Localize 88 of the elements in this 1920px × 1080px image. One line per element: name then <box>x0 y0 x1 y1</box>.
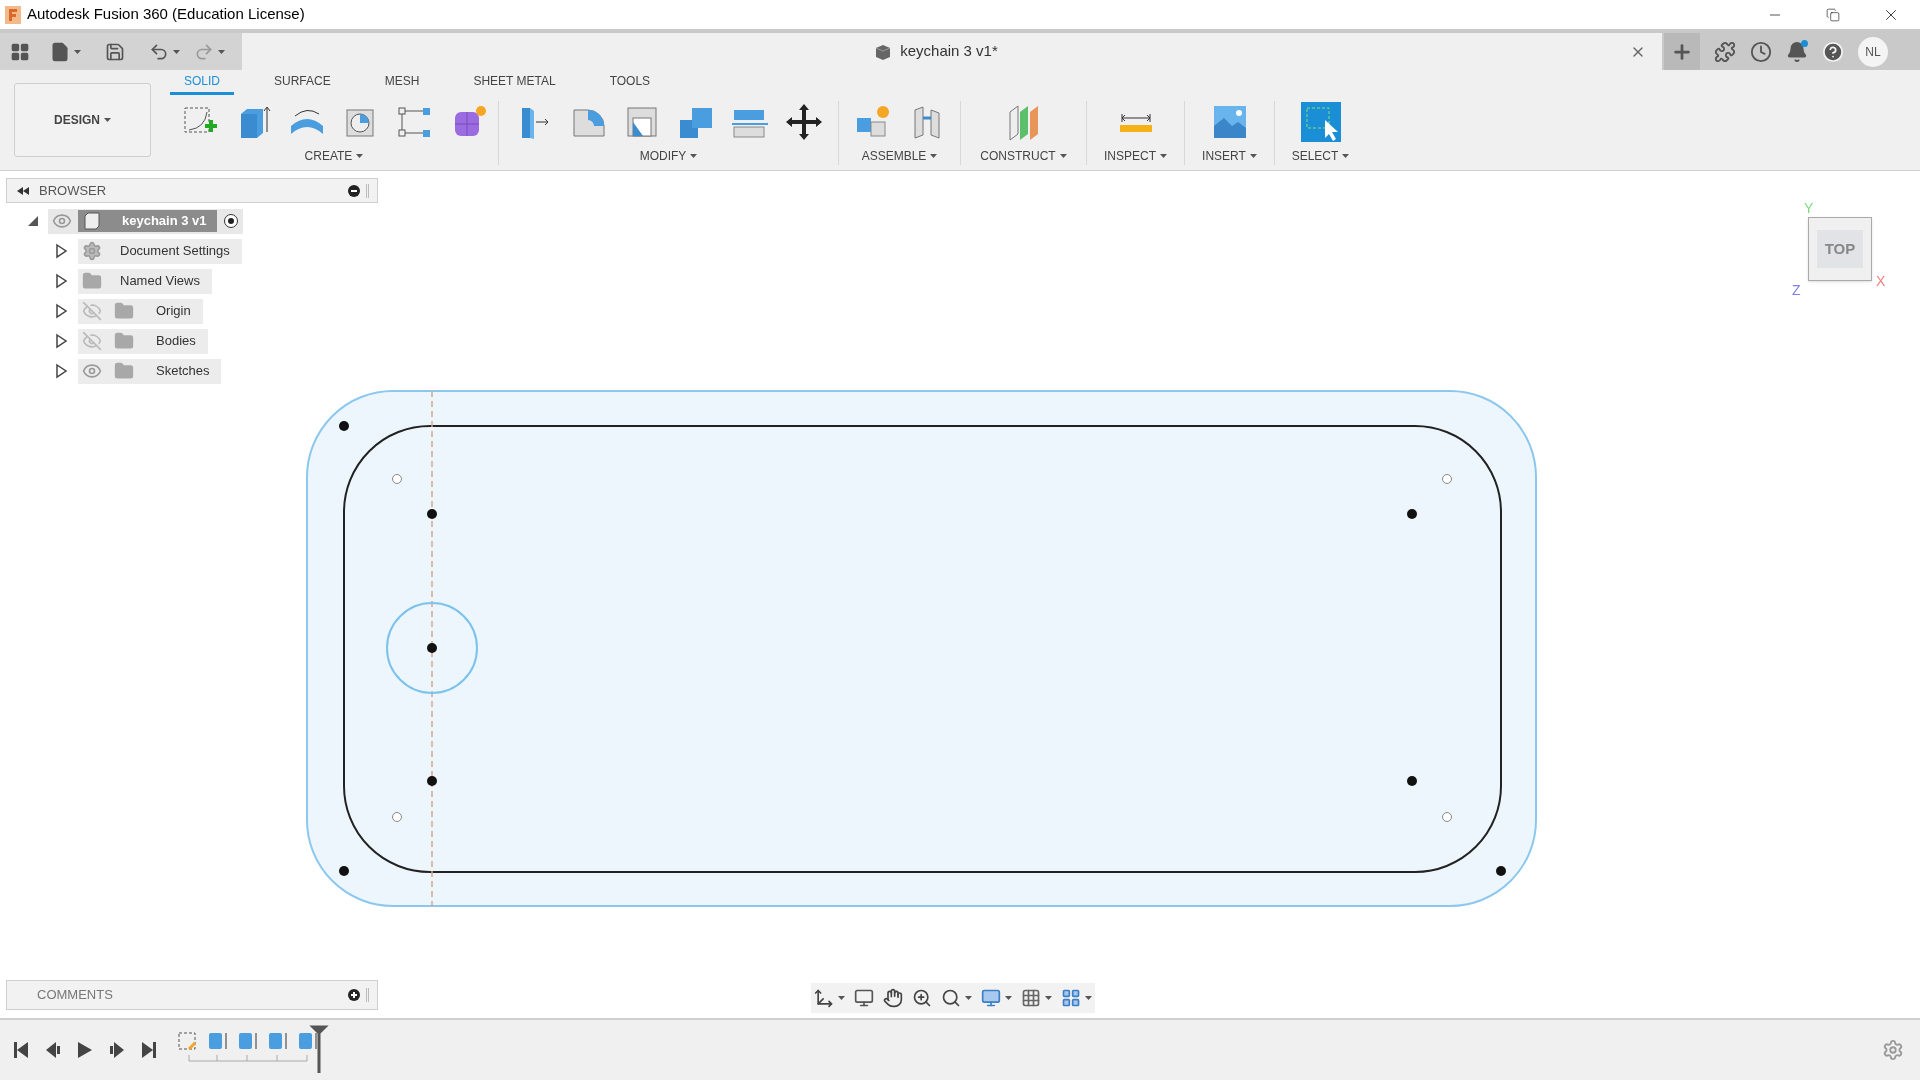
collapse-panel-icon[interactable] <box>17 186 29 195</box>
extensions-icon[interactable] <box>1714 40 1736 63</box>
tool-group-menu[interactable]: SELECT <box>1291 147 1350 165</box>
restore-icon[interactable] <box>1826 7 1840 22</box>
step-back-icon[interactable] <box>45 1041 61 1059</box>
tree-item[interactable]: Origin <box>78 298 203 324</box>
caret-icon <box>1342 154 1350 158</box>
expand-triangle-icon[interactable] <box>54 303 68 319</box>
workspace-button[interactable]: DESIGN <box>14 83 151 157</box>
user-avatar[interactable]: NL <box>1858 36 1888 67</box>
folder-icon <box>114 301 134 321</box>
folder-icon <box>114 361 134 381</box>
caret-icon <box>356 154 364 158</box>
caret-icon <box>1005 996 1012 1000</box>
document-title: keychain 3 v1* <box>900 41 998 62</box>
clock-icon[interactable] <box>1750 40 1772 63</box>
notifications-icon[interactable] <box>1786 40 1808 63</box>
ribbon-tab[interactable]: MESH <box>370 70 434 95</box>
axis-label: X <box>1876 274 1886 288</box>
caret-icon <box>218 49 225 54</box>
document-tab[interactable]: keychain 3 v1* <box>242 33 1662 70</box>
tree-item-label: Bodies <box>156 332 196 351</box>
minimize-panel-icon[interactable] <box>348 184 360 197</box>
viewports-icon[interactable] <box>1061 988 1081 1008</box>
select-icon[interactable] <box>1300 101 1341 142</box>
settings-icon <box>82 241 102 261</box>
tree-item-label: Named Views <box>120 272 200 291</box>
tool-group-menu[interactable]: CONSTRUCT <box>980 147 1067 165</box>
app-logo-icon <box>5 5 21 24</box>
expand-triangle-icon[interactable] <box>54 363 68 379</box>
caret-icon <box>1085 996 1092 1000</box>
expand-triangle-icon[interactable] <box>54 243 68 259</box>
browser-title: BROWSER <box>39 181 107 200</box>
caret-icon <box>690 154 698 158</box>
expand-panel-icon[interactable] <box>348 989 360 1001</box>
save-icon[interactable] <box>105 41 125 62</box>
eye-icon[interactable] <box>82 361 102 381</box>
tree-item-label: Sketches <box>156 362 210 381</box>
play-icon[interactable] <box>77 1041 93 1059</box>
tree-item-label: Document Settings <box>120 242 230 261</box>
caret-icon <box>965 996 972 1000</box>
new-tab-button[interactable] <box>1664 33 1700 70</box>
help-icon[interactable] <box>1822 40 1844 63</box>
file-icon[interactable] <box>50 41 70 62</box>
ribbon-tab[interactable]: SURFACE <box>260 70 345 95</box>
caret-icon <box>173 49 180 54</box>
axis-label: Z <box>1792 283 1801 297</box>
expand-triangle-icon[interactable] <box>54 273 68 289</box>
folder-icon <box>82 271 102 291</box>
settings-icon[interactable] <box>1882 1039 1904 1061</box>
caret-icon <box>74 49 81 54</box>
tree-item[interactable]: Document Settings <box>78 238 242 264</box>
pan-icon[interactable] <box>883 988 903 1008</box>
tool-group-menu[interactable]: ASSEMBLE <box>861 147 938 165</box>
caret-icon <box>1160 154 1167 158</box>
window-title: Autodesk Fusion 360 (Education License) <box>27 4 305 25</box>
caret-icon <box>1045 996 1052 1000</box>
caret-icon <box>930 154 938 158</box>
tool-group-menu[interactable]: MODIFY <box>639 147 698 165</box>
tree-item[interactable]: Named Views <box>78 268 212 294</box>
tree-item-label: Origin <box>156 302 191 321</box>
cube-icon <box>82 211 102 231</box>
grid-icon[interactable] <box>1021 988 1041 1008</box>
caret-icon <box>104 118 111 122</box>
component-icon <box>874 42 893 61</box>
ribbon-tab[interactable]: TOOLS <box>595 70 665 95</box>
activate-radio-icon[interactable] <box>222 213 239 229</box>
caret-icon <box>838 996 845 1000</box>
tool-group-menu[interactable]: CREATE <box>304 147 364 165</box>
step-forward-icon[interactable] <box>109 1041 125 1059</box>
skip-to-start-icon[interactable] <box>13 1041 29 1059</box>
axis-label: Y <box>1804 201 1814 215</box>
tree-item[interactable]: Sketches <box>78 358 222 384</box>
caret-icon <box>1249 154 1257 158</box>
fit-icon[interactable] <box>941 988 961 1008</box>
caret-icon <box>1059 154 1067 158</box>
ribbon-tab[interactable]: SHEET METAL <box>459 70 570 95</box>
comments-title: COMMENTS <box>37 986 113 1005</box>
tree-item[interactable]: Bodies <box>78 328 208 354</box>
skip-to-end-icon[interactable] <box>141 1041 157 1059</box>
zoom-icon[interactable] <box>912 988 932 1008</box>
folder-icon <box>114 331 134 351</box>
apps-grid-icon[interactable] <box>10 41 30 62</box>
undo-icon[interactable] <box>149 41 169 62</box>
tool-group-menu[interactable]: INSPECT <box>1104 147 1167 165</box>
expand-triangle-icon[interactable] <box>54 333 68 349</box>
display-icon[interactable] <box>981 988 1001 1008</box>
tool-group-menu[interactable]: INSERT <box>1202 147 1257 165</box>
